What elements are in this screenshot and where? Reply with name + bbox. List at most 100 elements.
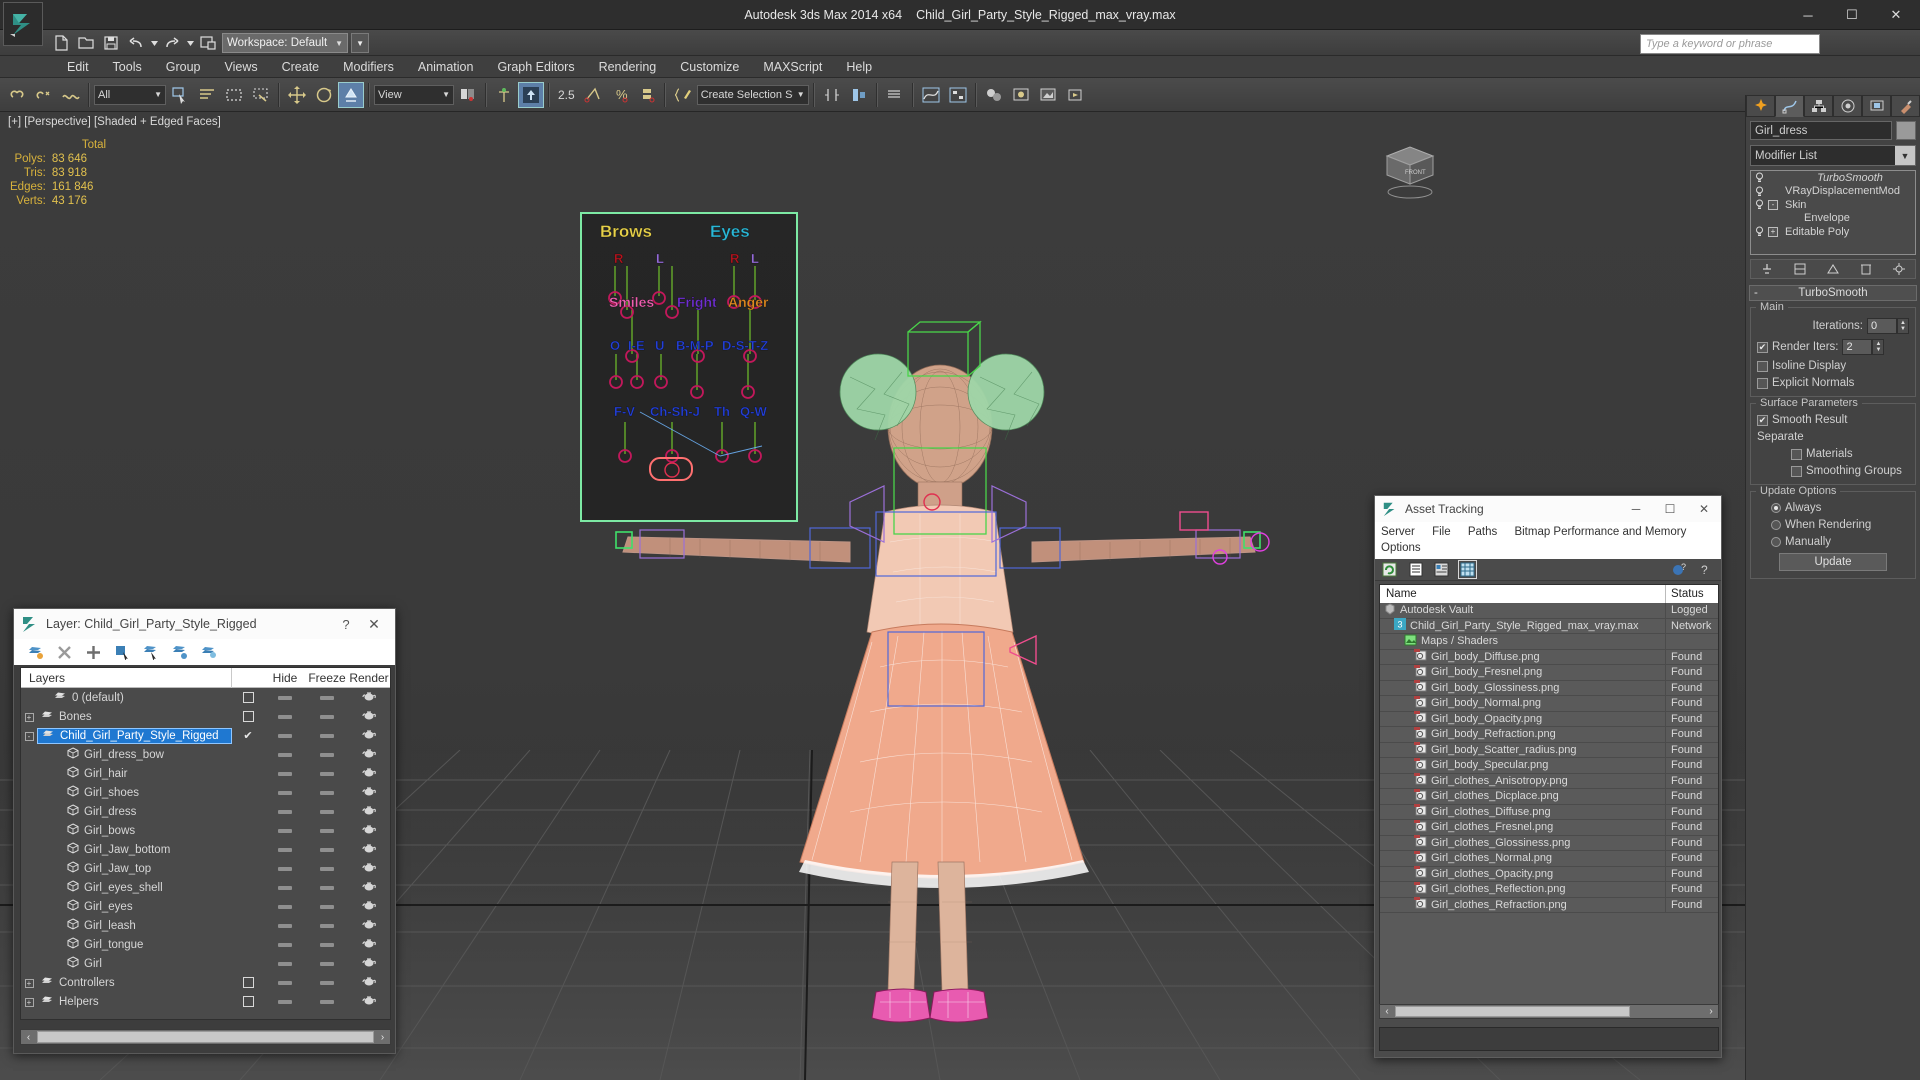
table-row[interactable]: Autodesk Vault Logged [1380,602,1718,619]
expander-toggle[interactable]: + [21,712,37,722]
freeze-cell[interactable] [306,828,348,833]
scroll-left-icon[interactable]: ‹ [21,1032,36,1043]
menu-modifiers[interactable]: Modifiers [331,58,406,76]
select-by-name-icon[interactable] [194,82,220,108]
asset-menu-paths[interactable]: Paths [1468,526,1497,538]
redo-icon[interactable] [161,32,183,54]
modifier-stack-entry[interactable]: - Skin [1751,198,1915,212]
freeze-cell[interactable] [306,733,348,738]
asset-name-cell[interactable]: Girl_clothes_Diffuse.png [1380,804,1666,820]
asset-name-cell[interactable]: Girl_body_Normal.png [1380,695,1666,711]
freeze-cell[interactable] [306,980,348,985]
asset-name-cell[interactable]: Girl_body_Opacity.png [1380,711,1666,727]
table-row[interactable]: Girl_bows [21,821,390,840]
workspace-dropdown-button[interactable]: ▼ [351,33,370,53]
asset-name-cell[interactable]: Girl_clothes_Reflection.png [1380,881,1666,897]
asset-rows[interactable]: Autodesk Vault Logged 3 Child_Girl_Party_St… [1380,602,1718,913]
render-cell[interactable] [348,938,390,952]
window-crossing-toggle-icon[interactable] [248,82,274,108]
table-row[interactable]: Girl_clothes_Glossiness.png Found [1380,835,1718,851]
make-unique-icon[interactable] [1825,261,1841,277]
add-selection-to-layer-icon[interactable] [171,643,189,661]
table-row[interactable]: Girl_eyes_shell [21,878,390,897]
update-option-manually[interactable]: Manually [1757,536,1909,548]
hide-cell[interactable] [264,923,306,928]
expander-toggle[interactable]: + [1768,226,1778,237]
menu-rendering[interactable]: Rendering [587,58,669,76]
table-row[interactable]: Girl_clothes_Refraction.png Found [1380,897,1718,913]
undo-dropdown-icon[interactable] [150,32,158,54]
menu-group[interactable]: Group [154,58,213,76]
table-row[interactable]: Girl_leash [21,916,390,935]
render-cell[interactable] [348,805,390,819]
render-iters-stepper[interactable]: 2 ▲ ▼ [1842,339,1885,355]
modify-tab[interactable] [1775,95,1804,117]
menu-views[interactable]: Views [212,58,269,76]
freeze-cell[interactable] [306,904,348,909]
render-cell[interactable] [348,786,390,800]
smoothing-groups-checkbox[interactable] [1791,465,1802,477]
table-row[interactable]: Girl_clothes_Fresnel.png Found [1380,819,1718,836]
modifier-stack-entry[interactable]: + Editable Poly [1751,225,1915,239]
chevron-down-icon[interactable]: ▼ [1895,146,1915,165]
table-row[interactable]: Girl_hair [21,764,390,783]
menu-create[interactable]: Create [270,58,332,76]
asset-name-cell[interactable]: Girl_clothes_Fresnel.png [1380,819,1666,835]
undo-icon[interactable] [125,32,147,54]
help-icon[interactable]: ? [1698,561,1715,578]
hide-cell[interactable] [264,752,306,757]
motion-tab[interactable] [1833,95,1862,117]
minimize-button[interactable]: ─ [1619,496,1653,522]
edit-named-selection-sets-icon[interactable] [670,82,696,108]
view-cube[interactable]: FRONT [1375,142,1445,202]
layer-checkbox-cell[interactable] [232,996,264,1007]
scrollbar-thumb[interactable] [1395,1006,1630,1017]
open-file-icon[interactable] [75,32,97,54]
modifier-list-combo[interactable]: Modifier List ▼ [1750,145,1916,166]
close-button[interactable]: ✕ [1687,496,1721,522]
layer-name-cell[interactable]: Girl_dress [37,804,232,819]
layer-rows[interactable]: 0 (default) + Bones - Child_Girl_Party_Style… [21,688,390,1020]
create-tab[interactable] [1746,95,1775,117]
asset-name-cell[interactable]: Girl_body_Glossiness.png [1380,680,1666,696]
hide-cell[interactable] [264,771,306,776]
maximize-button[interactable]: ☐ [1830,0,1874,30]
hide-cell[interactable] [264,714,306,719]
layer-name-cell[interactable]: 0 (default) [37,691,232,705]
layer-name-cell[interactable]: Child_Girl_Party_Style_Rigged [37,727,232,744]
select-objects-in-layer-icon[interactable] [113,643,131,661]
table-row[interactable]: Girl_body_Glossiness.png Found [1380,680,1718,696]
minimize-button[interactable]: ─ [1786,0,1830,30]
table-row[interactable]: Girl_clothes_Opacity.png Found [1380,866,1718,882]
hide-cell[interactable] [264,980,306,985]
table-row[interactable]: Girl_Jaw_bottom [21,840,390,859]
select-and-scale-icon[interactable] [338,81,364,108]
asset-name-cell[interactable]: Girl_clothes_Dicplace.png [1380,788,1666,804]
layer-name-cell[interactable]: Girl_bows [37,823,232,838]
table-row[interactable]: Girl_eyes [21,897,390,916]
table-row[interactable]: 3 Child_Girl_Party_Style_Rigged_max_vray.… [1380,618,1718,634]
layer-name-cell[interactable]: Girl_tongue [37,937,232,952]
asset-grid[interactable]: Name Status Autodesk Vault Logged 3 Child_G… [1379,584,1719,1014]
render-cell[interactable] [348,691,390,705]
menu-animation[interactable]: Animation [406,58,486,76]
table-row[interactable]: Girl_body_Refraction.png Found [1380,726,1718,743]
layer-checkbox-cell[interactable] [232,977,264,988]
layer-name-cell[interactable]: Girl_eyes_shell [37,880,232,895]
table-row[interactable]: Girl_dress_bow [21,745,390,764]
menu-edit[interactable]: Edit [55,58,101,76]
command-panel[interactable]: Girl_dress Modifier List ▼ TurboSmooth VR… [1745,95,1920,1080]
freeze-cell[interactable] [306,961,348,966]
menu-graph-editors[interactable]: Graph Editors [485,58,586,76]
freeze-cell[interactable] [306,714,348,719]
hide-cell[interactable] [264,942,306,947]
scroll-right-icon[interactable]: › [375,1032,390,1043]
light-bulb-icon[interactable] [1754,199,1765,210]
layer-name-cell[interactable]: Girl [37,956,232,971]
hide-checkbox[interactable] [242,996,254,1007]
table-row[interactable]: - Child_Girl_Party_Style_Rigged ✔ [21,726,390,745]
layer-name-cell[interactable]: Controllers [37,976,232,990]
angle-snap-toggle-icon[interactable] [580,82,606,108]
schematic-view-icon[interactable] [945,82,971,108]
table-row[interactable]: Girl_body_Specular.png Found [1380,757,1718,774]
